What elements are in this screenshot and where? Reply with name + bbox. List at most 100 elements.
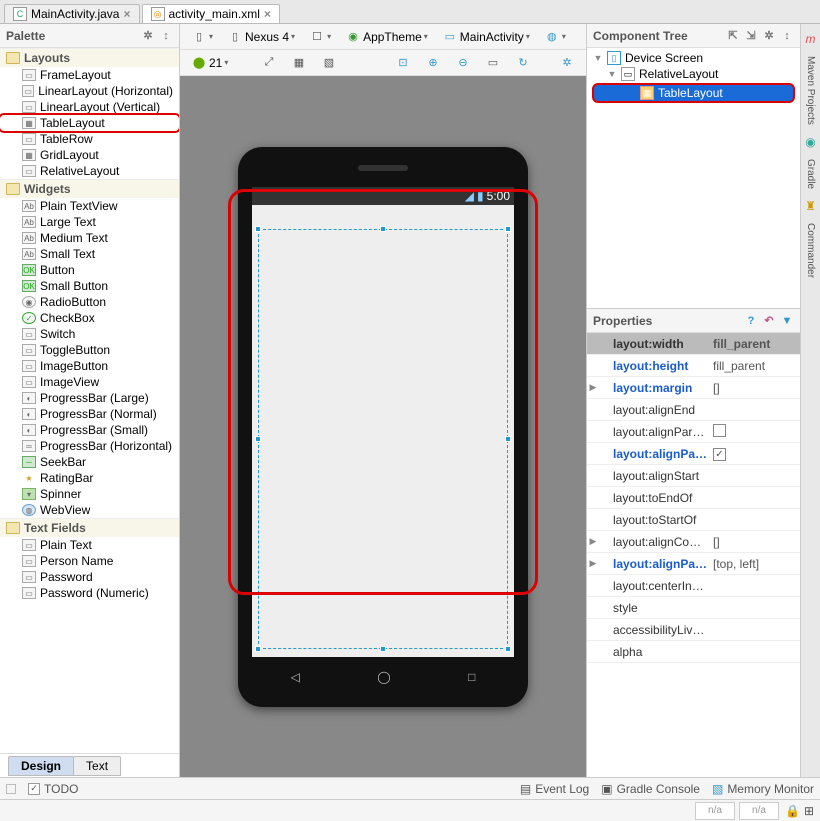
property-row[interactable]: ▶layout:alignComponent[] xyxy=(587,531,800,553)
property-row[interactable]: layout:alignParentStart✓ xyxy=(587,443,800,465)
zoom-out-button[interactable]: ⊖ xyxy=(450,53,476,73)
resize-handle[interactable] xyxy=(505,436,511,442)
property-row[interactable]: style xyxy=(587,597,800,619)
close-icon[interactable]: × xyxy=(123,7,130,21)
design-canvas[interactable]: ◢ ▮ 5:00 xyxy=(180,76,586,777)
palette-item-tablelayout[interactable]: ▦TableLayout xyxy=(0,115,179,131)
side-tab-commander[interactable]: Commander xyxy=(803,221,818,280)
gradle-console-tool[interactable]: ▣Gradle Console xyxy=(601,782,700,796)
property-value[interactable]: ✓ xyxy=(709,446,800,461)
palette-item-person-name[interactable]: ▭Person Name xyxy=(0,553,179,569)
memory-monitor-tool[interactable]: ▧Memory Monitor xyxy=(712,782,814,796)
refresh-button[interactable]: ↻ xyxy=(510,53,536,73)
tab-main-activity[interactable]: C MainActivity.java × xyxy=(4,4,140,23)
theme-select[interactable]: ◉AppTheme▾ xyxy=(340,27,433,47)
api-select[interactable]: ⬤21▾ xyxy=(186,53,233,73)
palette-item-seekbar[interactable]: ─SeekBar xyxy=(0,454,179,470)
property-value[interactable]: [] xyxy=(709,535,800,549)
palette-item-tablerow[interactable]: ▭TableRow xyxy=(0,131,179,147)
palette-item-webview[interactable]: ◍WebView xyxy=(0,502,179,518)
palette-item-linearlayout-vertical-[interactable]: ▭LinearLayout (Vertical) xyxy=(0,99,179,115)
palette-item-imagebutton[interactable]: ▭ImageButton xyxy=(0,358,179,374)
expand-icon[interactable]: ▶ xyxy=(587,536,599,547)
ide-icon[interactable]: ⊞ xyxy=(804,804,814,818)
palette-item-spinner[interactable]: ▾Spinner xyxy=(0,486,179,502)
close-icon[interactable]: × xyxy=(264,7,271,21)
toggle-layout-button[interactable]: ▦ xyxy=(286,53,312,73)
palette-item-progressbar-large-[interactable]: ◐ProgressBar (Large) xyxy=(0,390,179,406)
tree-node-device[interactable]: ▼▯Device Screen xyxy=(591,50,796,66)
resize-handle[interactable] xyxy=(380,646,386,652)
resize-handle[interactable] xyxy=(380,226,386,232)
expand-icon[interactable]: ▶ xyxy=(587,558,599,569)
property-value[interactable]: fill_parent xyxy=(709,359,800,373)
zoom-actual-button[interactable]: ▭ xyxy=(480,53,506,73)
palette-item-small-text[interactable]: AbSmall Text xyxy=(0,246,179,262)
hide-icon[interactable]: ↕ xyxy=(780,29,794,43)
palette-item-ratingbar[interactable]: ★RatingBar xyxy=(0,470,179,486)
side-tab-gradle[interactable]: Gradle xyxy=(803,157,818,191)
design-tab[interactable]: Design xyxy=(8,756,74,776)
checkbox[interactable]: ✓ xyxy=(713,448,726,461)
property-row[interactable]: layout:alignStart xyxy=(587,465,800,487)
collapse-all-icon[interactable]: ⇲ xyxy=(744,29,758,43)
toggle-blueprint-button[interactable]: ▧ xyxy=(316,53,342,73)
zoom-in-button[interactable]: ⊕ xyxy=(420,53,446,73)
side-tab-maven[interactable]: Maven Projects xyxy=(803,54,818,127)
palette-item-framelayout[interactable]: ▭FrameLayout xyxy=(0,67,179,83)
palette-item-switch[interactable]: ▭Switch xyxy=(0,326,179,342)
resize-handle[interactable] xyxy=(505,226,511,232)
property-value[interactable]: fill_parent xyxy=(709,337,800,351)
activity-select[interactable]: ▭MainActivity▾ xyxy=(437,27,535,47)
property-row[interactable]: layout:alignParentEnd xyxy=(587,421,800,443)
palette-item-linearlayout-horizontal-[interactable]: ▭LinearLayout (Horizontal) xyxy=(0,83,179,99)
layout-outline[interactable] xyxy=(258,229,508,649)
palette-item-password-numeric-[interactable]: ▭Password (Numeric) xyxy=(0,585,179,601)
palette-item-radiobutton[interactable]: ◉RadioButton xyxy=(0,294,179,310)
property-value[interactable] xyxy=(709,424,800,440)
palette-item-password[interactable]: ▭Password xyxy=(0,569,179,585)
property-row[interactable]: layout:toEndOf xyxy=(587,487,800,509)
tab-activity-xml[interactable]: ◎ activity_main.xml × xyxy=(142,4,280,23)
expand-icon[interactable]: ▶ xyxy=(587,382,599,393)
palette-item-relativelayout[interactable]: ▭RelativeLayout xyxy=(0,163,179,179)
tree-node-tablelayout[interactable]: ▦TableLayout xyxy=(592,83,795,103)
undo-icon[interactable]: ↶ xyxy=(762,314,776,328)
palette-category[interactable]: Text Fields xyxy=(0,518,179,537)
lock-icon[interactable]: 🔒 xyxy=(785,804,800,818)
palette-category[interactable]: Layouts xyxy=(0,48,179,67)
property-value[interactable]: [top, left] xyxy=(709,557,800,571)
property-row[interactable]: ▶layout:margin[] xyxy=(587,377,800,399)
palette-item-large-text[interactable]: AbLarge Text xyxy=(0,214,179,230)
locale-button[interactable]: ◍▾ xyxy=(539,27,571,47)
palette-item-progressbar-normal-[interactable]: ◐ProgressBar (Normal) xyxy=(0,406,179,422)
filter-icon[interactable]: ▼ xyxy=(780,314,794,328)
collapse-icon[interactable]: ↕ xyxy=(159,29,173,43)
palette-item-progressbar-horizontal-[interactable]: ═ProgressBar (Horizontal) xyxy=(0,438,179,454)
palette-item-button[interactable]: OKButton xyxy=(0,262,179,278)
event-log-tool[interactable]: ▤Event Log xyxy=(520,782,589,796)
device-select[interactable]: ▯Nexus 4▾ xyxy=(222,27,300,47)
palette-item-imageview[interactable]: ▭ImageView xyxy=(0,374,179,390)
property-row[interactable]: layout:toStartOf xyxy=(587,509,800,531)
property-row[interactable]: layout:centerInParent xyxy=(587,575,800,597)
orientation-button[interactable]: ☐▾ xyxy=(304,27,336,47)
gear-icon[interactable]: ✲ xyxy=(762,29,776,43)
palette-category[interactable]: Widgets xyxy=(0,179,179,198)
property-row[interactable]: ▶layout:alignParent[top, left] xyxy=(587,553,800,575)
expand-all-icon[interactable]: ⇱ xyxy=(726,29,740,43)
palette-item-medium-text[interactable]: AbMedium Text xyxy=(0,230,179,246)
render-config-button[interactable]: ▯▾ xyxy=(186,27,218,47)
property-row[interactable]: layout:alignEnd xyxy=(587,399,800,421)
zoom-fit-button[interactable]: ⊡ xyxy=(390,53,416,73)
palette-item-progressbar-small-[interactable]: ◐ProgressBar (Small) xyxy=(0,422,179,438)
palette-item-gridlayout[interactable]: ▦GridLayout xyxy=(0,147,179,163)
palette-item-checkbox[interactable]: ✓CheckBox xyxy=(0,310,179,326)
checkbox[interactable] xyxy=(713,424,726,437)
toggle-size-button[interactable]: ⤢ xyxy=(256,53,282,73)
gear-icon[interactable]: ✲ xyxy=(141,29,155,43)
todo-tool[interactable]: ✓TODO xyxy=(28,782,78,796)
property-row[interactable]: accessibilityLiveRegion xyxy=(587,619,800,641)
palette-item-togglebutton[interactable]: ▭ToggleButton xyxy=(0,342,179,358)
property-row[interactable]: layout:heightfill_parent xyxy=(587,355,800,377)
